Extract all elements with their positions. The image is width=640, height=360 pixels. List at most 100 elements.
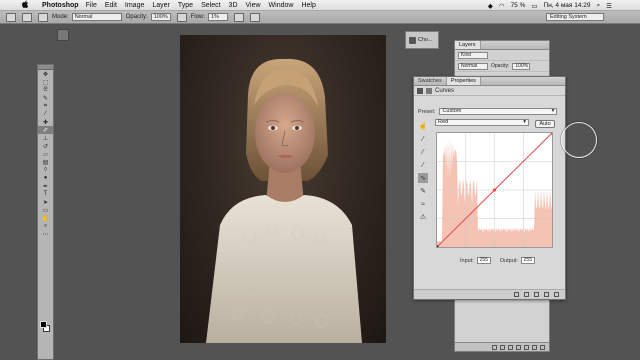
layers-panel-header: Layers bbox=[455, 41, 549, 50]
brush-preset-icon[interactable] bbox=[6, 12, 16, 22]
output-field[interactable]: 255 bbox=[520, 257, 535, 264]
blur-tool-icon[interactable]: ◊ bbox=[38, 166, 53, 174]
menu-bar: Photoshop File Edit Image Layer Type Sel… bbox=[0, 0, 640, 11]
menu-type[interactable]: Type bbox=[178, 2, 193, 9]
healing-tool-icon[interactable]: ✚ bbox=[38, 118, 53, 126]
view-previous-icon[interactable] bbox=[524, 292, 529, 297]
menu-image[interactable]: Image bbox=[125, 2, 144, 9]
dodge-tool-icon[interactable]: ● bbox=[38, 174, 53, 182]
search-icon[interactable]: ⌕ bbox=[597, 2, 601, 10]
layer-blend-select[interactable]: Normal bbox=[458, 62, 488, 70]
black-point-eyedropper-icon[interactable]: ⁄ bbox=[418, 134, 428, 144]
new-layer-icon[interactable] bbox=[532, 344, 537, 350]
workspace-select[interactable]: Editing System bbox=[546, 13, 604, 21]
menu-edit[interactable]: Edit bbox=[105, 2, 117, 9]
curves-tools: ☝ ⁄ ⁄ ⁄ ∿ ✎ ≈ ⚠ bbox=[418, 121, 430, 225]
gray-point-eyedropper-icon[interactable]: ⁄ bbox=[418, 147, 428, 157]
type-tool-icon[interactable]: T bbox=[38, 190, 53, 198]
curves-title: Curves bbox=[435, 87, 455, 94]
curves-graph[interactable] bbox=[435, 131, 554, 249]
menu-help[interactable]: Help bbox=[301, 2, 315, 9]
zoom-tool-icon[interactable]: ⌕ bbox=[38, 222, 53, 230]
preset-select[interactable]: Custom ▾ bbox=[439, 108, 558, 115]
flow-field[interactable]: 1% bbox=[208, 13, 229, 21]
layer-opacity-field[interactable]: 100% bbox=[512, 62, 531, 70]
menu-select[interactable]: Select bbox=[201, 2, 220, 9]
curve-edit-icon[interactable]: ∿ bbox=[418, 173, 428, 183]
input-field[interactable]: 255 bbox=[476, 257, 491, 264]
menu-layer[interactable]: Layer bbox=[152, 2, 170, 9]
visibility-icon[interactable] bbox=[544, 292, 549, 297]
flow-label: Flow: bbox=[190, 14, 206, 20]
clipping-warning-icon[interactable]: ⚠ bbox=[418, 212, 428, 222]
lasso-tool-icon[interactable]: ᘓ bbox=[38, 86, 53, 94]
channel-select[interactable]: Red ▾ bbox=[435, 119, 529, 126]
layer-kind-select[interactable]: Kind bbox=[458, 51, 488, 59]
layers-blend-row: Normal Opacity: 100% bbox=[455, 61, 549, 72]
preset-row: Preset: Custom ▾ bbox=[418, 108, 558, 115]
foreground-color-swatch[interactable] bbox=[40, 321, 47, 328]
delete-layer-icon[interactable] bbox=[540, 344, 545, 350]
white-point-eyedropper-icon[interactable]: ⁄ bbox=[418, 160, 428, 170]
new-group-icon[interactable] bbox=[524, 344, 529, 350]
clock[interactable]: Пн, 4 мая 14:29 bbox=[544, 2, 591, 9]
pressure-opacity-icon[interactable] bbox=[176, 12, 187, 22]
more-tools-icon[interactable]: ⋯ bbox=[38, 230, 53, 238]
brush-tool-icon[interactable]: ✐ bbox=[38, 126, 53, 134]
history-brush-tool-icon[interactable]: ↺ bbox=[38, 142, 53, 150]
quick-select-tool-icon[interactable]: ✎ bbox=[38, 94, 53, 102]
pressure-size-icon[interactable] bbox=[250, 12, 261, 22]
document-canvas[interactable] bbox=[180, 35, 386, 343]
path-select-tool-icon[interactable]: ➤ bbox=[38, 198, 53, 206]
link-layers-icon[interactable] bbox=[492, 344, 497, 350]
mode-label: Mode: bbox=[52, 14, 69, 20]
status-area: ◆ ◠ 75 % ▭ Пн, 4 мая 14:29 ⌕ ☰ bbox=[488, 0, 640, 11]
tab-properties[interactable]: Properties bbox=[446, 77, 481, 85]
menu-app-name[interactable]: Photoshop bbox=[42, 2, 79, 9]
character-panel-collapsed[interactable]: Cho... bbox=[405, 31, 439, 49]
clip-to-layer-icon[interactable] bbox=[514, 292, 519, 297]
shape-tool-icon[interactable]: ▭ bbox=[38, 206, 53, 214]
marquee-tool-icon[interactable]: ⬚ bbox=[38, 78, 53, 86]
wifi-icon[interactable]: ◠ bbox=[499, 2, 505, 10]
reset-icon[interactable] bbox=[534, 292, 539, 297]
pen-tool-icon[interactable]: ✒ bbox=[38, 182, 53, 190]
dropbox-icon[interactable]: ◆ bbox=[488, 2, 493, 10]
mask-icon[interactable] bbox=[426, 87, 432, 94]
airbrush-icon[interactable] bbox=[234, 12, 245, 22]
layers-filter-row: Kind bbox=[455, 50, 549, 61]
curves-plot[interactable] bbox=[435, 131, 554, 249]
add-mask-icon[interactable] bbox=[508, 344, 513, 350]
trash-icon[interactable] bbox=[554, 292, 559, 297]
smooth-curve-icon[interactable]: ≈ bbox=[418, 199, 428, 209]
eraser-tool-icon[interactable]: ▱ bbox=[38, 150, 53, 158]
menu-file[interactable]: File bbox=[86, 2, 97, 9]
targeted-adjust-icon[interactable]: ☝ bbox=[418, 121, 428, 131]
brush-size-icon[interactable] bbox=[22, 12, 32, 22]
mode-select[interactable]: Normal bbox=[71, 13, 122, 21]
tab-swatches[interactable]: Swatches bbox=[414, 77, 447, 85]
curve-point bbox=[492, 188, 497, 192]
stamp-tool-icon[interactable]: ⊥ bbox=[38, 134, 53, 142]
menu-view[interactable]: View bbox=[246, 2, 261, 9]
menu-3d[interactable]: 3D bbox=[229, 2, 238, 9]
crop-tool-icon[interactable]: ⌗ bbox=[38, 102, 53, 110]
pencil-curve-icon[interactable]: ✎ bbox=[418, 186, 428, 196]
eyedropper-tool-icon[interactable]: ⁄ bbox=[38, 110, 53, 118]
list-icon[interactable]: ☰ bbox=[606, 2, 612, 10]
auto-button[interactable]: Auto bbox=[535, 120, 555, 128]
tab-layers[interactable]: Layers bbox=[455, 41, 481, 49]
apple-icon[interactable] bbox=[20, 0, 30, 10]
hand-tool-icon[interactable]: ✋ bbox=[38, 214, 53, 222]
tool-preset-button[interactable] bbox=[57, 29, 69, 41]
properties-panel-header: Swatches Properties bbox=[414, 77, 565, 86]
brush-panel-icon[interactable] bbox=[38, 12, 48, 22]
menu-window[interactable]: Window bbox=[269, 2, 294, 9]
gradient-tool-icon[interactable]: ▤ bbox=[38, 158, 53, 166]
opacity-field[interactable]: 100% bbox=[150, 13, 171, 21]
move-tool-icon[interactable]: ✥ bbox=[38, 70, 53, 78]
new-fill-layer-icon[interactable] bbox=[516, 344, 521, 350]
battery-percent[interactable]: 75 % bbox=[511, 2, 526, 9]
character-panel-label: Cho... bbox=[418, 37, 433, 43]
fx-icon[interactable] bbox=[500, 344, 505, 350]
